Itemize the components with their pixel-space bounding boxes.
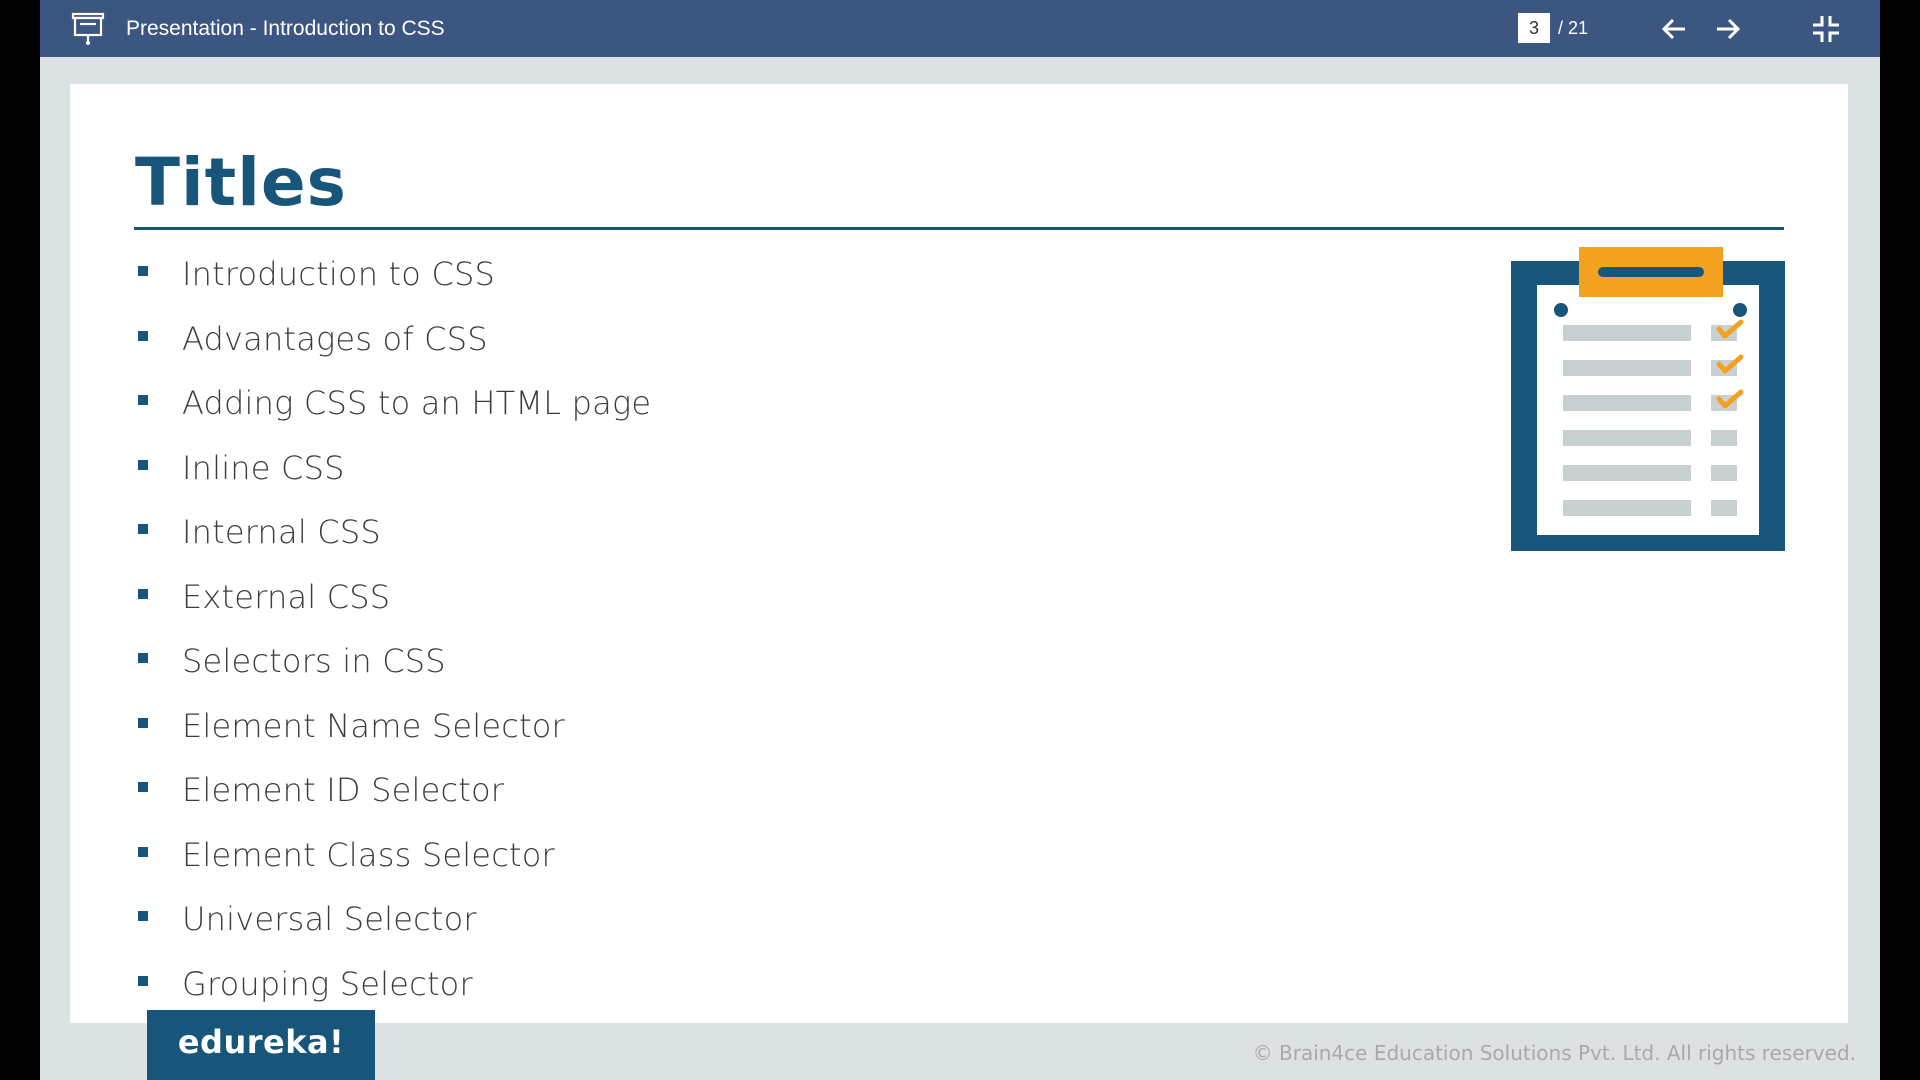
- checklist-line: [1563, 465, 1691, 481]
- exit-fullscreen-icon: [1813, 16, 1839, 42]
- square-bullet-icon: [138, 717, 148, 728]
- topic-text: Advantages of CSS: [182, 319, 488, 358]
- presentation-viewer: Presentation - Introduction to CSS / 21: [40, 0, 1880, 1080]
- exit-fullscreen-button[interactable]: [1809, 12, 1843, 46]
- checklist-box: [1711, 430, 1737, 446]
- title-underline: [134, 227, 1784, 230]
- topic-text: External CSS: [182, 577, 391, 616]
- topic-text: Universal Selector: [182, 900, 477, 939]
- viewer-toolbar: Presentation - Introduction to CSS / 21: [40, 0, 1880, 57]
- square-bullet-icon: [138, 395, 148, 406]
- page-total: / 21: [1558, 17, 1589, 38]
- checklist-line: [1563, 325, 1691, 341]
- copyright-notice: © Brain4ce Education Solutions Pvt. Ltd.…: [1252, 1041, 1856, 1065]
- arrow-right-icon: [1717, 18, 1741, 40]
- square-bullet-icon: [138, 653, 148, 664]
- square-bullet-icon: [138, 266, 148, 277]
- square-bullet-icon: [138, 782, 148, 793]
- topic-item: Advantages of CSS: [138, 307, 651, 372]
- checklist-line: [1563, 430, 1691, 446]
- square-bullet-icon: [138, 975, 148, 986]
- topic-item: Internal CSS: [138, 500, 651, 565]
- page-number-input[interactable]: [1518, 13, 1550, 43]
- document-title: Presentation - Introduction to CSS: [126, 17, 445, 40]
- previous-slide-button[interactable]: [1657, 12, 1691, 46]
- topic-item: Element Class Selector: [138, 823, 651, 888]
- clipboard-checklist-icon: [1511, 247, 1785, 551]
- brand-name: edureka!: [177, 1023, 345, 1061]
- square-bullet-icon: [138, 846, 148, 857]
- topic-list: Introduction to CSS Advantages of CSS Addi…: [138, 242, 651, 1016]
- topic-text: Internal CSS: [182, 513, 381, 552]
- edureka-logo: edureka!: [147, 1010, 375, 1080]
- topic-item: External CSS: [138, 565, 651, 630]
- page-counter: / 21: [1518, 12, 1588, 44]
- square-bullet-icon: [138, 911, 148, 922]
- topic-text: Selectors in CSS: [182, 642, 446, 681]
- topic-item: Universal Selector: [138, 887, 651, 952]
- topic-item: Grouping Selector: [138, 952, 651, 1017]
- topic-item: Element ID Selector: [138, 758, 651, 823]
- square-bullet-icon: [138, 524, 148, 535]
- slide-title: Titles: [135, 144, 347, 221]
- square-bullet-icon: [138, 330, 148, 341]
- topic-text: Introduction to CSS: [182, 255, 496, 294]
- slide: Titles Introduction to CSS Advantages of …: [70, 84, 1848, 1023]
- square-bullet-icon: [138, 588, 148, 599]
- square-bullet-icon: [138, 459, 148, 470]
- checklist-line: [1563, 360, 1691, 376]
- topic-text: Grouping Selector: [182, 964, 473, 1003]
- topic-text: Element Class Selector: [182, 835, 555, 874]
- topic-item: Inline CSS: [138, 436, 651, 501]
- next-slide-button[interactable]: [1711, 12, 1745, 46]
- topic-text: Element Name Selector: [182, 706, 565, 745]
- topic-item: Element Name Selector: [138, 694, 651, 759]
- topic-item: Selectors in CSS: [138, 629, 651, 694]
- topic-item: Introduction to CSS: [138, 242, 651, 307]
- topic-item: Adding CSS to an HTML page: [138, 371, 651, 436]
- topic-text: Adding CSS to an HTML page: [182, 384, 652, 423]
- presentation-icon: [71, 12, 105, 46]
- checklist-box: [1711, 465, 1737, 481]
- topic-text: Inline CSS: [182, 448, 345, 487]
- arrow-left-icon: [1661, 18, 1685, 40]
- checklist-line: [1563, 395, 1691, 411]
- topic-text: Element ID Selector: [182, 771, 505, 810]
- checklist-box: [1711, 500, 1737, 516]
- checklist-line: [1563, 500, 1691, 516]
